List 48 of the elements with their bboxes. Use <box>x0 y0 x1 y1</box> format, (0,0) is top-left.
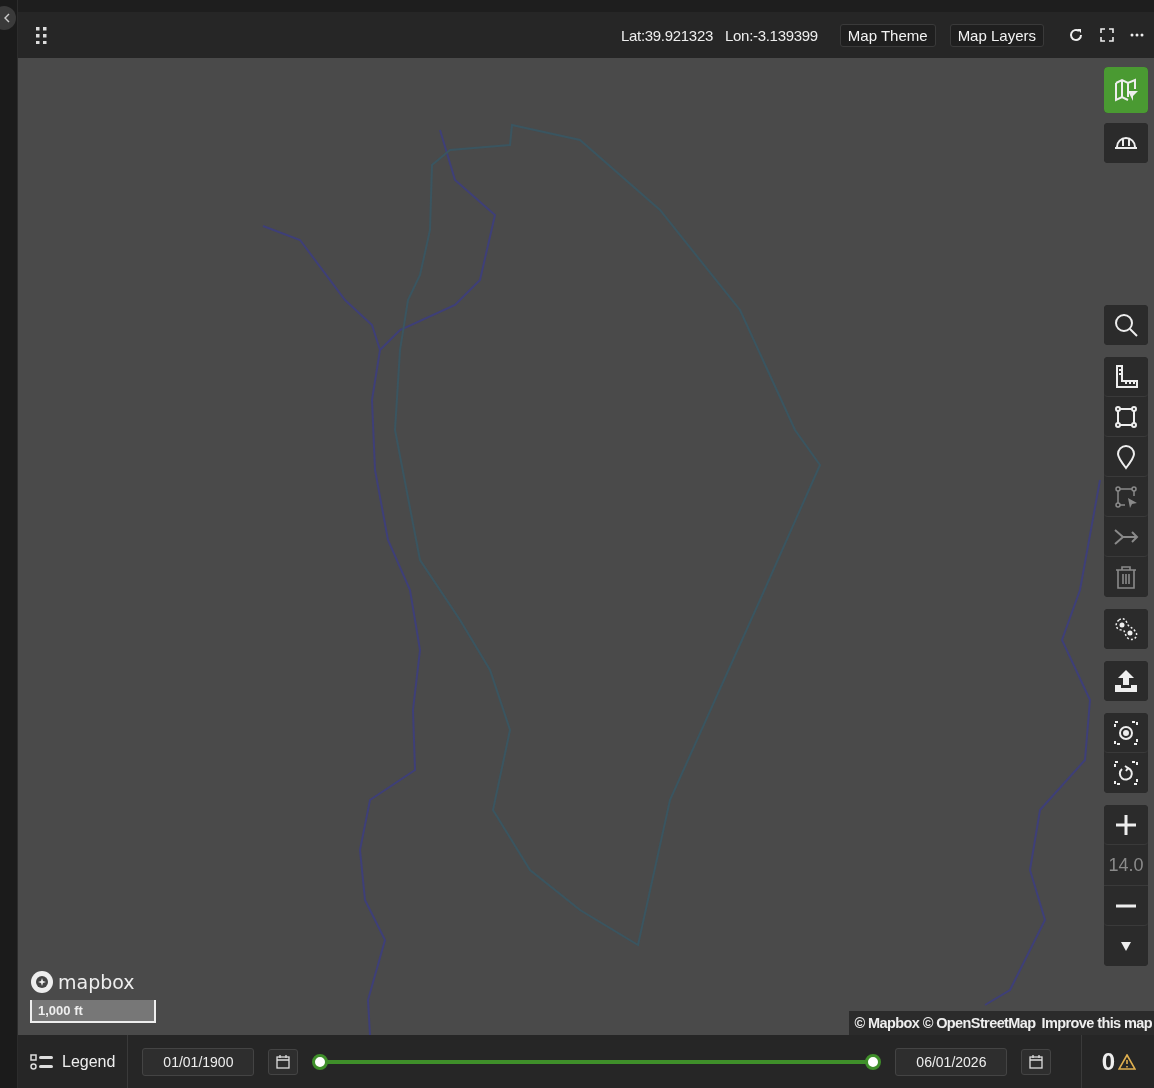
map-filter-icon <box>1113 77 1139 103</box>
ruler-icon <box>1113 363 1139 390</box>
map-tool-button[interactable] <box>1104 357 1148 397</box>
trash-icon <box>1113 564 1139 590</box>
date-range-slider[interactable] <box>312 1052 882 1071</box>
calendar-button[interactable] <box>1021 1048 1052 1075</box>
caret-down-icon <box>1120 940 1132 952</box>
fullscreen-icon[interactable] <box>1100 28 1114 42</box>
map-tool-button[interactable] <box>1104 305 1148 345</box>
legend-button[interactable]: Legend <box>18 1035 129 1088</box>
map-tool-button[interactable] <box>1104 713 1148 753</box>
chevron-left-icon <box>3 13 11 23</box>
upload-icon <box>1113 668 1139 694</box>
warning-count: 0 <box>1101 1047 1115 1076</box>
slider-handle[interactable] <box>865 1053 882 1070</box>
lasso-icon <box>1113 616 1139 642</box>
map-tool-button[interactable] <box>1104 123 1148 163</box>
mapbox-logo-text: mapbox <box>58 971 135 993</box>
map-tool-button[interactable] <box>1104 805 1148 845</box>
square-nodes-icon <box>1113 403 1139 430</box>
warning-icon[interactable] <box>1118 1053 1136 1070</box>
calendar-icon <box>275 1053 292 1070</box>
locate-icon <box>1113 719 1139 746</box>
end-date-field[interactable]: 06/01/2026 <box>895 1047 1008 1076</box>
calendar-button[interactable] <box>268 1048 299 1075</box>
rotate-icon <box>1113 760 1139 786</box>
longitude-text: Lon:-3.139399 <box>725 26 818 44</box>
slider-handle[interactable] <box>312 1053 329 1070</box>
zoom-out-icon <box>1115 903 1137 908</box>
map-tool-button[interactable] <box>1104 661 1148 701</box>
attribution-text: © Mapbox © OpenStreetMap <box>854 1015 1036 1031</box>
map-option-button[interactable]: Map Layers <box>949 23 1044 47</box>
select-cursor-icon <box>1113 483 1139 510</box>
more-icon[interactable] <box>1130 33 1144 37</box>
helmet-icon <box>1114 137 1138 149</box>
improve-map-link[interactable]: Improve this map <box>1041 1015 1152 1031</box>
latitude-text: Lat:39.921323 <box>620 26 713 44</box>
apps-icon[interactable] <box>35 26 47 44</box>
scale-bar: 1,000 ft <box>30 1000 156 1023</box>
zoom-in-icon <box>1114 813 1138 836</box>
start-date-field[interactable]: 01/01/1900 <box>142 1047 255 1076</box>
refresh-icon[interactable] <box>1068 27 1084 43</box>
mapbox-logo-icon <box>30 970 54 994</box>
map-option-button[interactable]: Map Theme <box>839 23 936 47</box>
search-icon <box>1113 312 1139 338</box>
legend-icon <box>30 1053 54 1070</box>
calendar-icon <box>1028 1053 1045 1070</box>
map-tool-button[interactable] <box>1104 609 1148 649</box>
